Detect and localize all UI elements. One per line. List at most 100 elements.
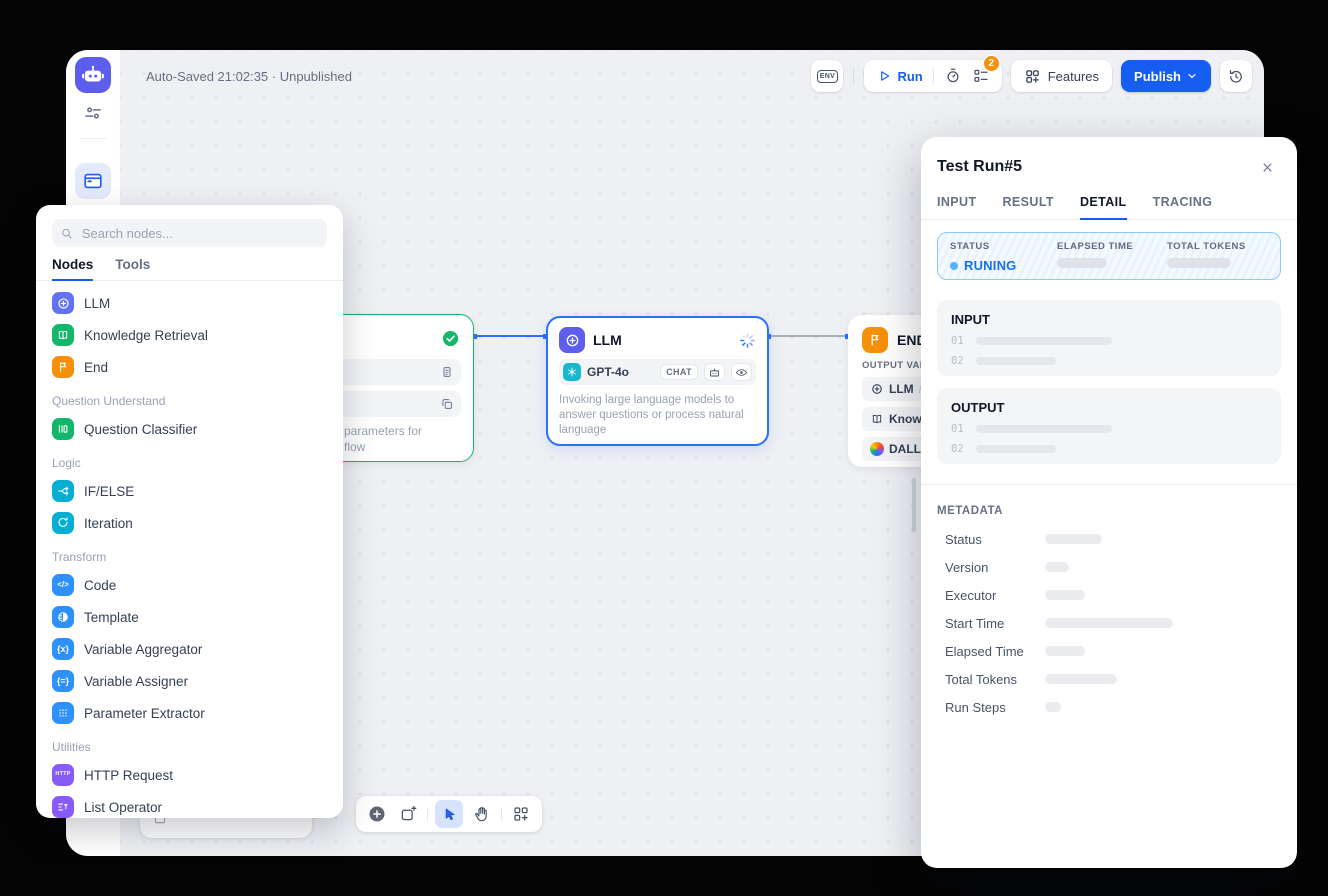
node-item-end[interactable]: End <box>44 351 335 383</box>
value-placeholder <box>976 337 1112 345</box>
flag-icon <box>867 332 883 348</box>
edge-llm-to-end[interactable] <box>768 335 848 337</box>
run-panel-tabs: INPUT RESULT DETAIL TRACING <box>921 179 1297 220</box>
tab-tools[interactable]: Tools <box>115 257 150 280</box>
test-run-panel: Test Run#5 INPUT RESULT DETAIL TRACING S… <box>921 137 1297 868</box>
tab-result[interactable]: RESULT <box>1003 195 1054 219</box>
cursor-icon <box>441 806 458 823</box>
eye-icon <box>735 366 748 379</box>
history-icon <box>1227 67 1245 85</box>
close-icon <box>1260 160 1275 175</box>
tab-input[interactable]: INPUT <box>937 195 977 219</box>
pointer-mode-button[interactable] <box>435 800 463 828</box>
llm-node[interactable]: LLM <box>546 316 769 446</box>
success-check-badge <box>441 329 460 348</box>
metadata-label: Executor <box>937 588 1045 603</box>
input-row: 01 <box>951 335 1267 347</box>
canvas-toolbar <box>356 796 542 832</box>
node-item-variable-assigner[interactable]: {=} Variable Assigner <box>44 665 335 697</box>
node-item-llm[interactable]: LLM <box>44 287 335 319</box>
node-item-label: Code <box>84 578 116 593</box>
metadata-title: METADATA <box>937 505 1281 517</box>
tab-tracing[interactable]: TRACING <box>1153 195 1213 219</box>
document-icon <box>440 365 454 379</box>
total-tokens-label: TOTAL TOKENS <box>1167 241 1268 252</box>
value-placeholder <box>1045 618 1173 628</box>
llm-model-selector[interactable]: GPT-4o CHAT <box>559 359 756 385</box>
node-item-list-operator[interactable]: List Operator <box>44 791 335 818</box>
section-divider <box>921 484 1297 485</box>
app-logo[interactable] <box>75 57 111 93</box>
version-history-button[interactable] <box>1220 60 1252 92</box>
input-section: INPUT 01 02 <box>937 300 1281 376</box>
llm-icon <box>52 292 74 314</box>
chat-mode-badge: CHAT <box>660 364 698 380</box>
organize-nodes-button[interactable] <box>509 802 533 826</box>
output-row: 02 <box>951 443 1267 455</box>
search-input[interactable] <box>80 225 319 242</box>
node-item-label: Parameter Extractor <box>84 706 205 721</box>
node-panel-tabs: Nodes Tools <box>36 247 343 281</box>
window-panel-icon <box>82 170 104 192</box>
workflow-settings-button[interactable] <box>82 102 104 124</box>
node-panel-toggle-button[interactable] <box>75 163 111 199</box>
llm-node-description: Invoking large language models to answer… <box>548 385 767 438</box>
metadata-label: Version <box>937 560 1045 575</box>
node-item-variable-aggregator[interactable]: {x} Variable Aggregator <box>44 633 335 665</box>
node-item-question-classifier[interactable]: Question Classifier <box>44 413 335 445</box>
input-row: 02 <box>951 355 1267 367</box>
dall-e-icon <box>870 442 884 456</box>
checklist-count-badge: 2 <box>983 55 1000 72</box>
value-placeholder <box>976 357 1056 365</box>
canvas-scrollbar[interactable] <box>912 478 916 532</box>
end-icon <box>52 356 74 378</box>
node-item-label: HTTP Request <box>84 768 173 783</box>
node-item-label: Variable Assigner <box>84 674 188 689</box>
node-item-http-request[interactable]: HTTP HTTP Request <box>44 759 335 791</box>
edge-start-to-llm[interactable] <box>474 335 546 337</box>
value-placeholder <box>1045 562 1069 572</box>
tab-nodes[interactable]: Nodes <box>52 257 93 280</box>
llm-icon <box>564 332 581 349</box>
hand-mode-button[interactable] <box>470 802 494 826</box>
features-button[interactable]: Features <box>1011 60 1112 92</box>
output-section: OUTPUT 01 02 <box>937 388 1281 464</box>
top-bar: Auto-Saved 21:02:35 · Unpublished ENV Ru… <box>120 50 1264 102</box>
run-button[interactable]: Run <box>876 68 922 84</box>
node-item-label: End <box>84 360 108 375</box>
node-item-parameter-extractor[interactable]: Parameter Extractor <box>44 697 335 729</box>
close-button[interactable] <box>1255 155 1279 179</box>
add-node-button[interactable] <box>365 802 389 826</box>
copy-icon <box>440 397 454 411</box>
metadata-rows: Status Version Executor Start Time Elaps… <box>921 525 1297 721</box>
node-item-knowledge-retrieval[interactable]: Knowledge Retrieval <box>44 319 335 351</box>
metadata-label: Start Time <box>937 616 1045 631</box>
metadata-label: Elapsed Time <box>937 644 1045 659</box>
robot-icon <box>80 62 106 88</box>
add-note-button[interactable] <box>396 802 420 826</box>
node-item-iteration[interactable]: Iteration <box>44 507 335 539</box>
publish-button[interactable]: Publish <box>1121 60 1211 92</box>
node-item-label: List Operator <box>84 800 162 815</box>
end-node-icon <box>862 327 888 353</box>
stopwatch-icon <box>944 67 962 85</box>
checklist-button[interactable]: 2 <box>972 67 990 85</box>
node-item-label: Iteration <box>84 516 133 531</box>
run-panel-title: Test Run#5 <box>937 158 1022 176</box>
metadata-label: Status <box>937 532 1045 547</box>
node-search-box[interactable] <box>52 219 327 247</box>
node-item-label: Question Classifier <box>84 422 197 437</box>
note-add-icon <box>399 805 417 823</box>
value-placeholder <box>1045 590 1085 600</box>
node-item-template[interactable]: Template <box>44 601 335 633</box>
llm-icon <box>870 382 884 396</box>
node-item-if-else[interactable]: IF/ELSE <box>44 475 335 507</box>
metadata-row: Status <box>937 525 1281 553</box>
tab-detail[interactable]: DETAIL <box>1080 195 1127 219</box>
node-item-label: LLM <box>84 296 110 311</box>
run-history-shortcut-button[interactable] <box>944 67 962 85</box>
node-item-code[interactable]: </> Code <box>44 569 335 601</box>
value-placeholder <box>1045 646 1085 656</box>
env-variables-button[interactable]: ENV <box>811 60 843 92</box>
vision-robot-chip <box>704 363 725 381</box>
